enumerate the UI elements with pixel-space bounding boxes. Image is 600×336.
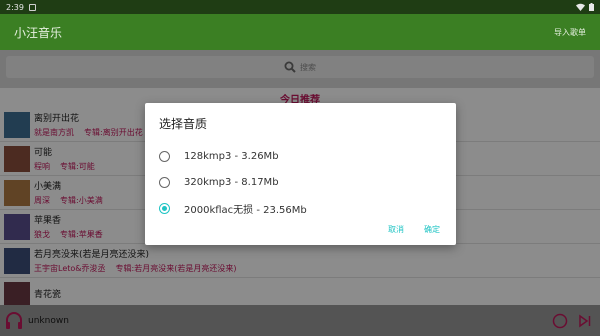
dialog-title: 选择音质 [159, 117, 208, 131]
app-title: 小汪音乐 [14, 25, 63, 40]
app-bar: 小汪音乐 导入歌单 [0, 14, 600, 50]
status-bar: 2:39 [0, 0, 600, 14]
quality-option-label: 320kmp3 - 8.17Mb [184, 176, 279, 188]
quality-option-label: 128kmp3 - 3.26Mb [184, 150, 279, 162]
confirm-button[interactable]: 确定 [424, 224, 440, 235]
quality-option[interactable]: 128kmp3 - 3.26Mb [159, 143, 442, 169]
quality-dialog: 选择音质 128kmp3 - 3.26Mb 320kmp3 - 8.17Mb 200… [145, 103, 456, 245]
notification-icon [28, 3, 36, 11]
radio-button[interactable] [159, 150, 170, 162]
quality-option[interactable]: 320kmp3 - 8.17Mb [159, 169, 442, 195]
battery-icon [589, 3, 594, 11]
radio-button[interactable] [159, 176, 170, 188]
import-playlist-button[interactable]: 导入歌单 [554, 27, 586, 38]
wifi-icon [576, 3, 585, 11]
quality-option-label: 2000kflac无损 - 23.56Mb [184, 204, 307, 216]
radio-button[interactable] [159, 202, 170, 214]
status-time: 2:39 [6, 2, 24, 12]
cancel-button[interactable]: 取消 [388, 224, 404, 235]
quality-option[interactable]: 2000kflac无损 - 23.56Mb [159, 195, 442, 221]
